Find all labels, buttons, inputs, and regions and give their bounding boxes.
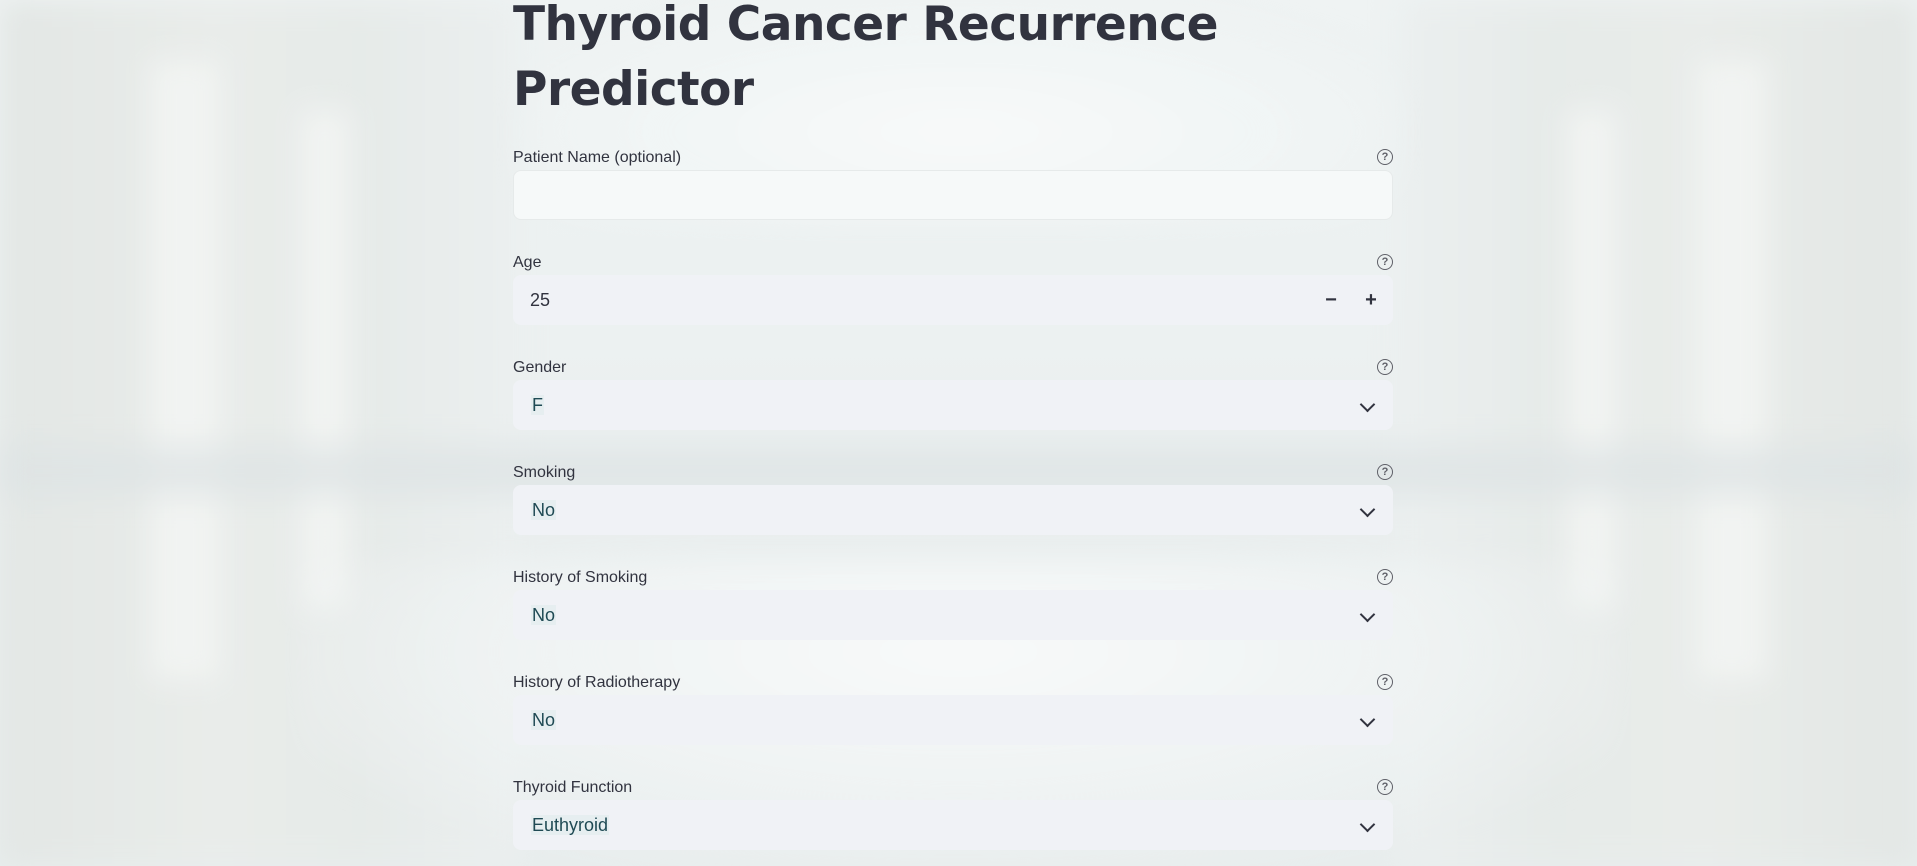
- gender-select[interactable]: F: [513, 380, 1393, 430]
- question-circle-icon[interactable]: ?: [1377, 779, 1393, 795]
- gender-label: Gender: [513, 359, 567, 376]
- age-value: 25: [530, 290, 551, 310]
- history-smoking-label: History of Smoking: [513, 569, 648, 586]
- question-circle-icon[interactable]: ?: [1377, 359, 1393, 375]
- page-title: Thyroid Cancer Recurrence Predictor: [513, 0, 1219, 117]
- history-smoking-selected-value: No: [531, 605, 557, 625]
- smoking-select[interactable]: No: [513, 485, 1393, 535]
- question-circle-icon[interactable]: ?: [1377, 674, 1393, 690]
- thyroid-function-select[interactable]: Euthyroid: [513, 800, 1393, 850]
- history-radiotherapy-selected-value: No: [531, 710, 557, 730]
- age-increment-button[interactable]: +: [1359, 288, 1383, 312]
- gender-selected-value: F: [531, 395, 544, 415]
- history-radiotherapy-label: History of Radiotherapy: [513, 674, 681, 691]
- question-circle-icon[interactable]: ?: [1377, 149, 1393, 165]
- smoking-selected-value: No: [531, 500, 557, 520]
- smoking-label: Smoking: [513, 464, 576, 481]
- question-circle-icon[interactable]: ?: [1377, 464, 1393, 480]
- thyroid-function-label: Thyroid Function: [513, 779, 633, 796]
- chevron-down-icon[interactable]: [1359, 501, 1376, 518]
- chevron-down-icon[interactable]: [1359, 606, 1376, 623]
- thyroid-function-selected-value: Euthyroid: [531, 815, 610, 835]
- chevron-down-icon[interactable]: [1359, 816, 1376, 833]
- patient-name-label: Patient Name (optional): [513, 149, 682, 166]
- age-number-input[interactable]: 25 − +: [513, 275, 1393, 325]
- history-radiotherapy-select[interactable]: No: [513, 695, 1393, 745]
- question-circle-icon[interactable]: ?: [1377, 254, 1393, 270]
- question-circle-icon[interactable]: ?: [1377, 569, 1393, 585]
- patient-name-input[interactable]: [513, 170, 1393, 220]
- history-smoking-select[interactable]: No: [513, 590, 1393, 640]
- chevron-down-icon[interactable]: [1359, 711, 1376, 728]
- age-label: Age: [513, 254, 542, 271]
- age-decrement-button[interactable]: −: [1319, 288, 1343, 312]
- chevron-down-icon[interactable]: [1359, 396, 1376, 413]
